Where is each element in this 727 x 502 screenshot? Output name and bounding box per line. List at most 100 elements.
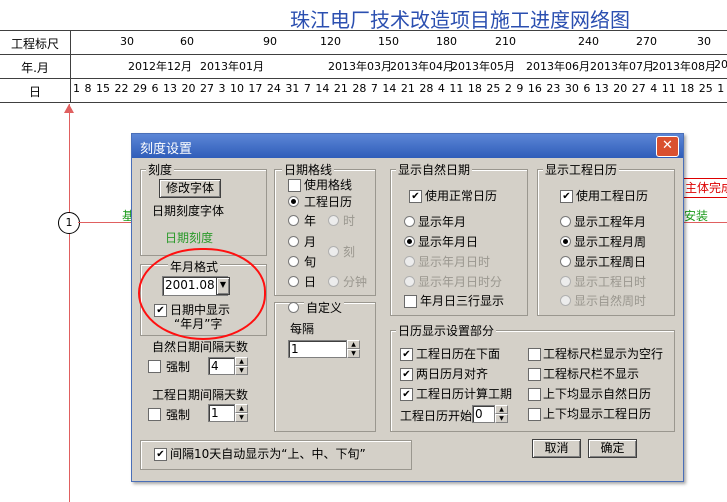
month-cell: 2013年03月 xyxy=(328,60,392,73)
grid-month-radio[interactable] xyxy=(288,236,299,247)
ok-button[interactable]: 确定 xyxy=(588,439,637,458)
show-nat-week-radio[interactable] xyxy=(560,295,571,306)
grid-quarter-radio[interactable] xyxy=(328,246,339,257)
date-font-label: 日期刻度字体 xyxy=(152,204,225,218)
chart-title: 珠江电厂技术改造项目施工进度网络图 xyxy=(290,8,630,32)
ruler-blank-label: 工程标尺栏显示为空行 xyxy=(543,347,664,361)
show-ymd-label: 显示年月日 xyxy=(418,235,479,249)
use-grid-label: 使用格线 xyxy=(304,178,353,192)
month-cell: 2013年04月 xyxy=(390,60,454,73)
grid-hour-label: 时 xyxy=(343,214,356,228)
scale-tick: 120 xyxy=(320,35,341,48)
both-work-checkbox[interactable] xyxy=(528,408,541,421)
month-cell: 2012年12月 xyxy=(128,60,192,73)
use-normal-calendar-checkbox[interactable]: ✔ xyxy=(409,190,422,203)
work-start-input[interactable]: 0 xyxy=(472,405,496,423)
natural-force-label: 强制 xyxy=(166,360,191,374)
show-ymdh-radio[interactable] xyxy=(404,256,415,267)
grid-month-label: 月 xyxy=(304,235,317,249)
grid-xun-label: 旬 xyxy=(304,255,317,269)
timeline-marker xyxy=(69,104,70,502)
natural-date-label: 显示自然日期 xyxy=(396,161,473,178)
show-work-dh-radio[interactable] xyxy=(560,276,571,287)
scale-tick: 90 xyxy=(263,35,277,48)
use-work-calendar-checkbox[interactable]: ✔ xyxy=(560,190,573,203)
dialog-titlebar[interactable]: 刻度设置 ✕ xyxy=(132,134,683,158)
milestone-tag: 主体完成 xyxy=(682,178,727,198)
calendar-settings-label: 日历显示设置部分 xyxy=(396,322,497,339)
show-work-mw-label: 显示工程月周 xyxy=(574,235,647,249)
show-ymdhm-radio[interactable] xyxy=(404,276,415,287)
show-ym-radio[interactable] xyxy=(404,216,415,227)
modify-font-button[interactable]: 修改字体 xyxy=(159,179,221,198)
grid-day-radio[interactable] xyxy=(288,276,299,287)
grid-year-radio[interactable] xyxy=(288,215,299,226)
both-natural-checkbox[interactable] xyxy=(528,388,541,401)
natural-interval-label: 自然日期间隔天数 xyxy=(152,340,249,354)
row-label-month: 年.月 xyxy=(21,61,49,75)
ruler-blank-checkbox[interactable] xyxy=(528,348,541,361)
grid-quarter-label: 刻 xyxy=(343,245,356,259)
work-force-checkbox[interactable] xyxy=(148,408,161,421)
every-label: 每隔 xyxy=(290,322,315,336)
work-interval-label: 工程日期间隔天数 xyxy=(152,388,249,402)
grid-hour-radio[interactable] xyxy=(328,215,339,226)
work-start-label: 工程日历开始 xyxy=(400,409,473,423)
grid-line xyxy=(0,102,727,103)
show-ym-label: 显示年月 xyxy=(418,215,467,229)
show-work-ym-radio[interactable] xyxy=(560,216,571,227)
month-cell: 2013年01月 xyxy=(200,60,264,73)
show-work-dh-label: 显示工程日时 xyxy=(574,275,647,289)
align-months-checkbox[interactable]: ✔ xyxy=(400,368,413,381)
grid-year-label: 年 xyxy=(304,214,317,228)
custom-label: 自定义 xyxy=(304,299,345,316)
grid-line xyxy=(70,30,71,102)
custom-radio[interactable] xyxy=(288,302,299,313)
ruler-hidden-checkbox[interactable] xyxy=(528,368,541,381)
scale-tick: 150 xyxy=(378,35,399,48)
use-work-calendar-label: 使用工程日历 xyxy=(576,189,649,203)
show-work-mw-radio[interactable] xyxy=(560,236,571,247)
grid-line xyxy=(0,78,727,79)
grid-minute-radio[interactable] xyxy=(328,276,339,287)
network-node[interactable]: 1 xyxy=(58,212,80,234)
work-force-label: 强制 xyxy=(166,408,191,422)
grid-line xyxy=(0,30,727,31)
work-start-spinner[interactable]: ▲ ▼ xyxy=(494,405,508,423)
show-work-wd-radio[interactable] xyxy=(560,256,571,267)
work-bottom-checkbox[interactable]: ✔ xyxy=(400,348,413,361)
three-rows-label: 年月日三行显示 xyxy=(420,294,505,308)
scale-group-label: 刻度 xyxy=(146,161,175,178)
natural-interval-spinner[interactable]: ▲ ▼ xyxy=(234,357,248,375)
show-nat-week-label: 显示自然周时 xyxy=(574,294,647,308)
work-interval-spinner[interactable]: ▲ ▼ xyxy=(234,404,248,422)
three-rows-checkbox[interactable] xyxy=(404,295,417,308)
close-button[interactable]: ✕ xyxy=(656,136,679,157)
both-natural-label: 上下均显示自然日历 xyxy=(543,387,652,401)
grid-xun-radio[interactable] xyxy=(288,256,299,267)
grid-day-label: 日 xyxy=(304,275,317,289)
annotation-circle xyxy=(138,248,266,340)
cancel-button[interactable]: 取消 xyxy=(532,439,581,458)
use-normal-calendar-label: 使用正常日历 xyxy=(425,189,498,203)
work-bottom-label: 工程日历在下面 xyxy=(416,347,501,361)
scale-tick: 270 xyxy=(636,35,657,48)
row-label-day: 日 xyxy=(28,85,41,99)
calc-by-work-checkbox[interactable]: ✔ xyxy=(400,388,413,401)
show-ymd-radio[interactable] xyxy=(404,236,415,247)
auto-xun-checkbox[interactable]: ✔ xyxy=(154,448,167,461)
month-cell: 201 xyxy=(714,58,727,71)
natural-force-checkbox[interactable] xyxy=(148,360,161,373)
use-grid-checkbox[interactable] xyxy=(288,179,301,192)
scale-tick: 30 xyxy=(697,35,711,48)
work-calendar-radio[interactable] xyxy=(288,196,299,207)
day-row: 1 8 15 22 29 6 13 20 27 3 10 17 24 31 7 … xyxy=(73,82,727,95)
grid-line xyxy=(0,54,727,55)
scale-tick: 60 xyxy=(180,35,194,48)
align-months-label: 两日历月对齐 xyxy=(416,367,489,381)
every-input[interactable]: 1 xyxy=(288,340,350,358)
both-work-label: 上下均显示工程日历 xyxy=(543,407,652,421)
auto-xun-label: 间隔10天自动显示为“上、中、下旬” xyxy=(170,447,366,461)
every-spinner[interactable]: ▲ ▼ xyxy=(346,340,360,358)
scale-tick: 180 xyxy=(436,35,457,48)
